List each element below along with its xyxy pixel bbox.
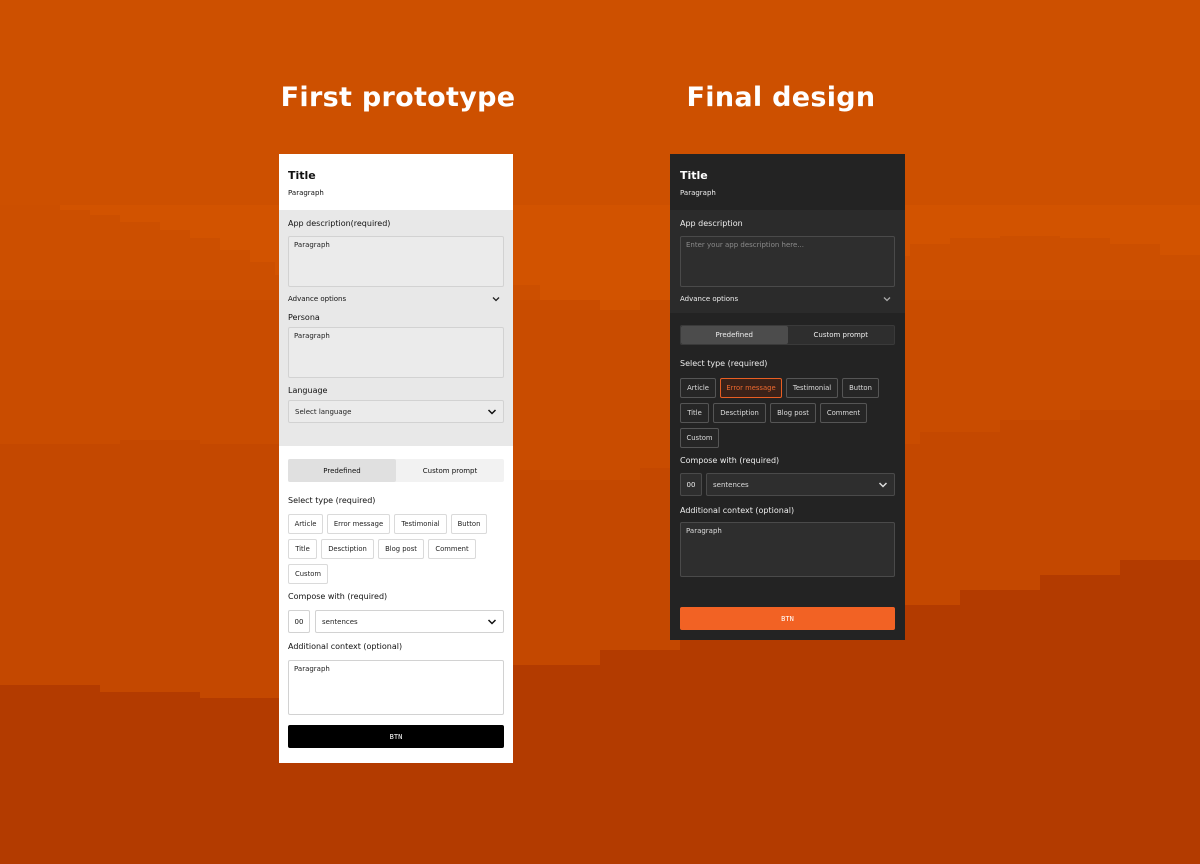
- language-label: Language: [288, 386, 328, 395]
- panel-title: Title: [288, 169, 316, 182]
- type-chip-comment[interactable]: Comment: [820, 403, 867, 423]
- submit-button[interactable]: BTN: [288, 725, 504, 748]
- chevron-down-icon: [878, 481, 888, 488]
- panel-subtitle: Paragraph: [288, 189, 324, 197]
- type-chip-blog-post[interactable]: Blog post: [378, 539, 424, 559]
- prototype-heading: First prototype: [280, 82, 516, 113]
- type-chip-title[interactable]: Title: [288, 539, 317, 559]
- type-chip-error-message[interactable]: Error message: [327, 514, 390, 534]
- panel-subtitle: Paragraph: [680, 189, 716, 197]
- tab-predefined[interactable]: Predefined: [681, 326, 788, 344]
- type-chip-testimonial[interactable]: Testimonial: [394, 514, 447, 534]
- chevron-down-icon[interactable]: [491, 294, 501, 304]
- compose-unit-select[interactable]: sentences: [706, 473, 895, 496]
- type-chip-custom[interactable]: Custom: [288, 564, 328, 584]
- type-chip-testimonial[interactable]: Testimonial: [786, 378, 838, 398]
- persona-field[interactable]: Paragraph: [288, 327, 504, 378]
- final-panel: Title Paragraph App description Enter yo…: [670, 154, 905, 640]
- advance-options-label: Advance options: [680, 295, 739, 303]
- type-chip-title[interactable]: Title: [680, 403, 709, 423]
- mode-tabs: Predefined Custom prompt: [288, 459, 504, 482]
- compose-label: Compose with (required): [680, 456, 780, 465]
- panel-title: Title: [680, 169, 708, 182]
- tab-custom-prompt[interactable]: Custom prompt: [788, 326, 895, 344]
- chevron-down-icon[interactable]: [882, 294, 892, 304]
- compose-unit-value: sentences: [322, 617, 358, 626]
- type-chip-article[interactable]: Article: [288, 514, 323, 534]
- select-type-label: Select type (required): [680, 359, 768, 368]
- context-label: Additional context (optional): [680, 506, 795, 515]
- app-description-field[interactable]: Paragraph: [288, 236, 504, 287]
- app-description-label: App description: [680, 219, 743, 228]
- context-field[interactable]: Paragraph: [680, 522, 895, 577]
- select-type-label: Select type (required): [288, 496, 376, 505]
- persona-label: Persona: [288, 313, 320, 322]
- context-label: Additional context (optional): [288, 642, 403, 651]
- compose-unit-select[interactable]: sentences: [315, 610, 504, 633]
- context-field[interactable]: Paragraph: [288, 660, 504, 715]
- type-chip-description[interactable]: Desctiption: [713, 403, 766, 423]
- type-chip-custom[interactable]: Custom: [680, 428, 719, 448]
- prototype-panel: Title Paragraph App description(required…: [279, 154, 513, 763]
- type-chip-comment[interactable]: Comment: [428, 539, 476, 559]
- type-chip-description[interactable]: Desctiption: [321, 539, 374, 559]
- type-chip-error-message[interactable]: Error message: [720, 378, 782, 398]
- compose-label: Compose with (required): [288, 592, 388, 601]
- language-select[interactable]: Select language: [288, 400, 504, 423]
- type-chip-button[interactable]: Button: [451, 514, 487, 534]
- app-description-field[interactable]: Enter your app description here...: [680, 236, 895, 287]
- type-chip-button[interactable]: Button: [842, 378, 879, 398]
- chevron-down-icon: [487, 618, 497, 625]
- tab-custom-prompt[interactable]: Custom prompt: [396, 459, 504, 482]
- compose-count-input[interactable]: 00: [288, 610, 310, 633]
- background-pattern: [0, 0, 1200, 864]
- compose-unit-value: sentences: [713, 480, 749, 489]
- submit-button[interactable]: BTN: [680, 607, 895, 630]
- mode-tabs: Predefined Custom prompt: [680, 325, 895, 345]
- compose-count-input[interactable]: 00: [680, 473, 702, 496]
- type-chip-article[interactable]: Article: [680, 378, 716, 398]
- final-heading: Final design: [686, 82, 876, 113]
- language-select-value: Select language: [295, 407, 352, 416]
- chevron-down-icon: [487, 408, 497, 415]
- tab-predefined[interactable]: Predefined: [288, 459, 396, 482]
- type-chip-blog-post[interactable]: Blog post: [770, 403, 816, 423]
- advance-options-label: Advance options: [288, 295, 347, 303]
- app-description-label: App description(required): [288, 219, 391, 228]
